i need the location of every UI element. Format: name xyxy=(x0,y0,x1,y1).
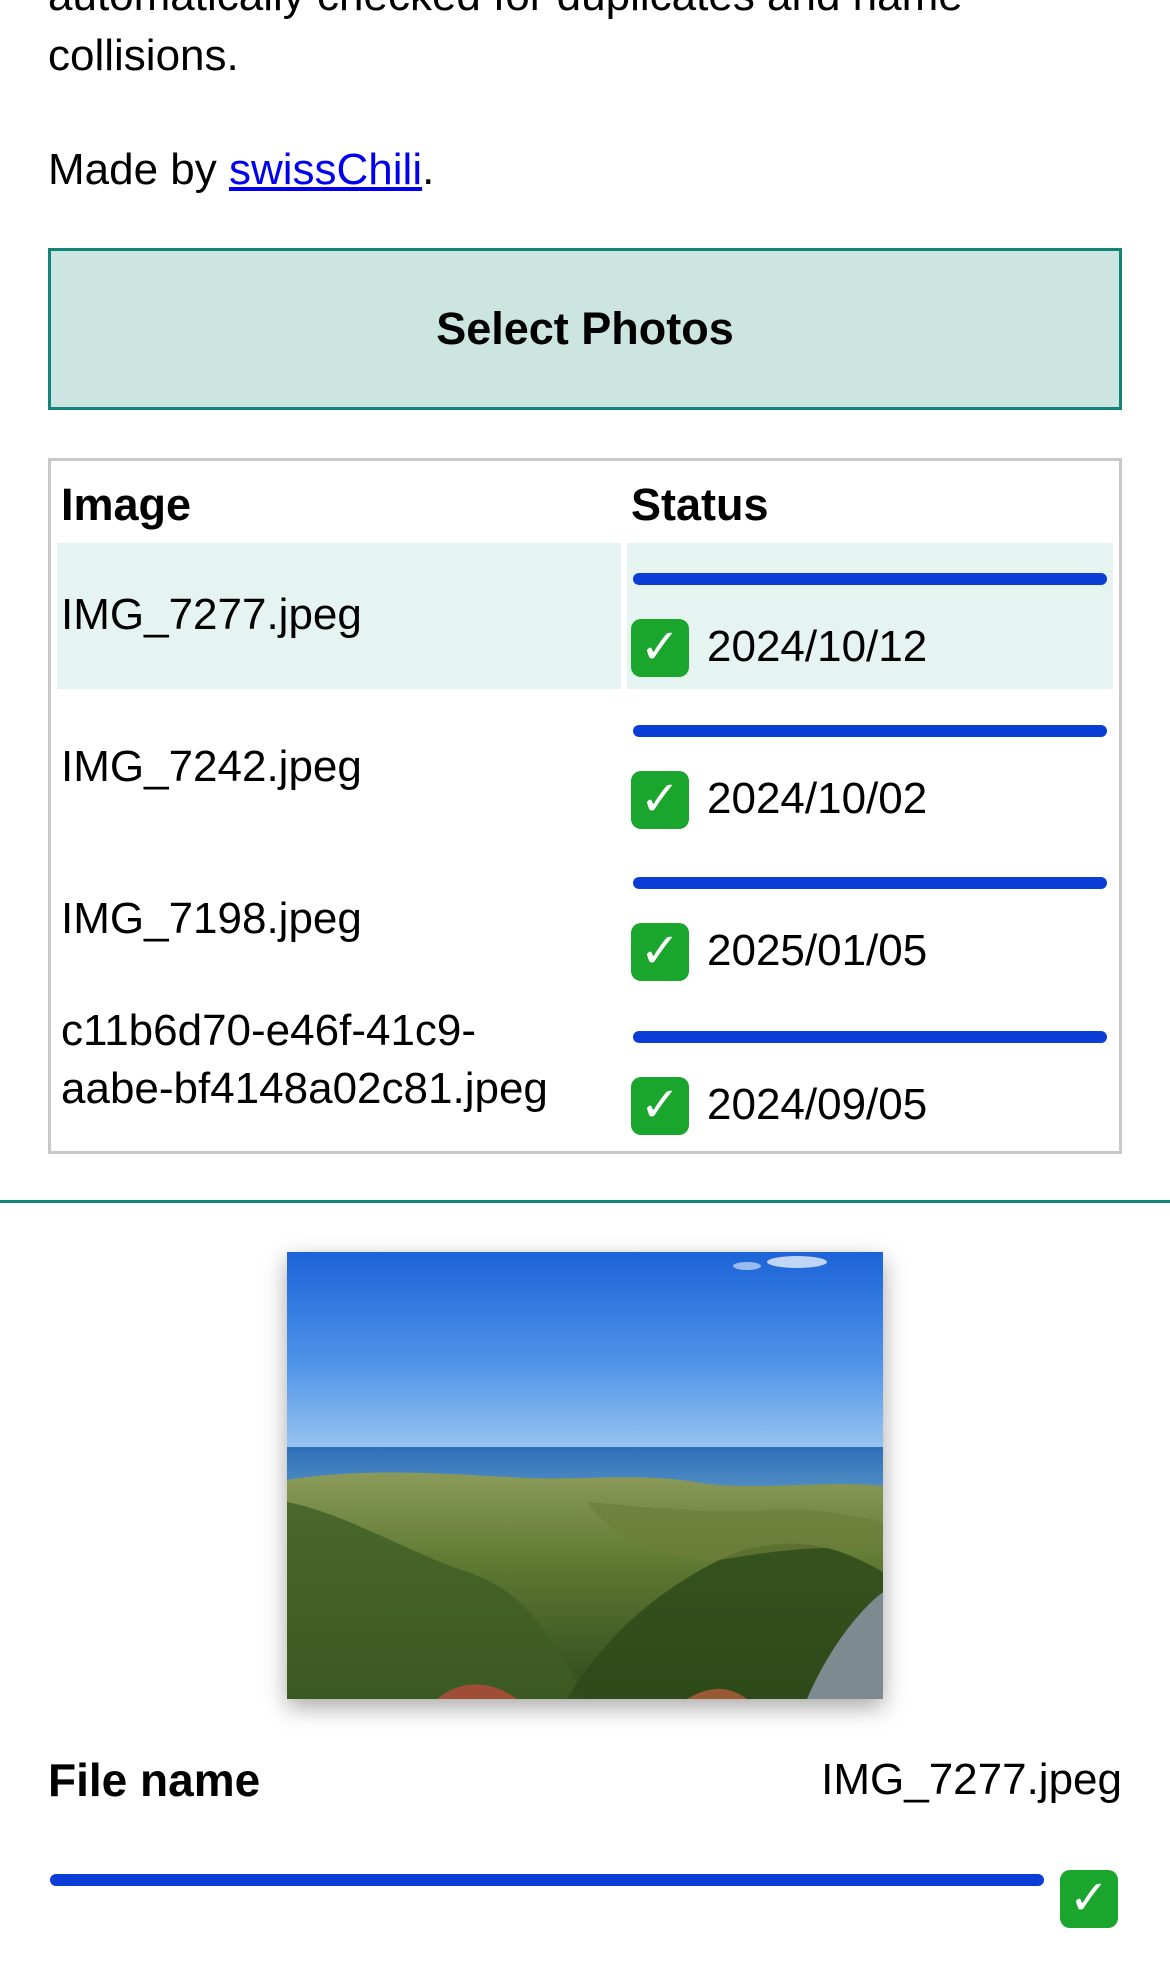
check-mark-icon: ✓ xyxy=(1060,1870,1118,1928)
column-header-status: Status xyxy=(631,479,769,530)
file-name: IMG_7198.jpeg xyxy=(61,894,362,943)
table-row[interactable]: c11b6d70-e46f-41c9- aabe-bf4148a02c81.jp… xyxy=(57,1001,1113,1147)
photo-date: 2025/01/05 xyxy=(707,926,928,975)
upload-progress-bar xyxy=(633,725,1107,737)
select-photos-button[interactable]: Select Photos xyxy=(48,248,1122,410)
intro-text: automatically checked for duplicates and… xyxy=(48,0,963,80)
status-cell: ✓ 2025/01/05 xyxy=(627,847,1113,993)
status-cell: ✓ 2024/10/12 xyxy=(627,543,1113,689)
credit-suffix: . xyxy=(422,145,435,194)
selected-photo-preview xyxy=(287,1252,883,1699)
landscape-photo xyxy=(287,1252,883,1699)
photos-table: Image Status IMG_7277.jpeg ✓ 2024/10/12 … xyxy=(48,458,1122,1154)
check-mark-icon: ✓ xyxy=(631,771,689,829)
status-cell: ✓ 2024/10/02 xyxy=(627,695,1113,841)
photo-date: 2024/10/12 xyxy=(707,622,928,671)
credit-line: Made by swissChili. xyxy=(48,140,434,200)
file-name-label: File name xyxy=(48,1754,261,1806)
upload-progress-bar xyxy=(633,573,1107,585)
column-header-image: Image xyxy=(61,479,192,530)
table-row[interactable]: IMG_7198.jpeg ✓ 2025/01/05 xyxy=(57,847,1113,993)
check-mark-icon: ✓ xyxy=(631,923,689,981)
credit-prefix: Made by xyxy=(48,145,229,194)
photo-date: 2024/09/05 xyxy=(707,1080,928,1129)
detail-progress-bar xyxy=(50,1874,1044,1886)
author-link[interactable]: swissChili xyxy=(229,145,422,194)
image-cell: c11b6d70-e46f-41c9- aabe-bf4148a02c81.jp… xyxy=(57,1001,621,1147)
file-name: IMG_7242.jpeg xyxy=(61,742,362,791)
table-row[interactable]: IMG_7242.jpeg ✓ 2024/10/02 xyxy=(57,695,1113,841)
file-name: IMG_7277.jpeg xyxy=(61,590,362,639)
file-name-value: IMG_7277.jpeg xyxy=(821,1755,1122,1804)
image-cell: IMG_7198.jpeg xyxy=(57,847,621,993)
image-cell: IMG_7277.jpeg xyxy=(57,543,621,689)
photo-date: 2024/10/02 xyxy=(707,774,928,823)
status-cell: ✓ 2024/09/05 xyxy=(627,1001,1113,1147)
table-row[interactable]: IMG_7277.jpeg ✓ 2024/10/12 xyxy=(57,543,1113,689)
upload-progress-bar xyxy=(633,877,1107,889)
file-name-line-2: aabe-bf4148a02c81.jpeg xyxy=(61,1064,548,1113)
image-cell: IMG_7242.jpeg xyxy=(57,695,621,841)
file-name-line-1: c11b6d70-e46f-41c9- xyxy=(61,1006,477,1055)
upload-progress-bar xyxy=(633,1031,1107,1043)
section-divider xyxy=(0,1200,1170,1203)
check-mark-icon: ✓ xyxy=(631,1077,689,1135)
check-mark-icon: ✓ xyxy=(631,619,689,677)
